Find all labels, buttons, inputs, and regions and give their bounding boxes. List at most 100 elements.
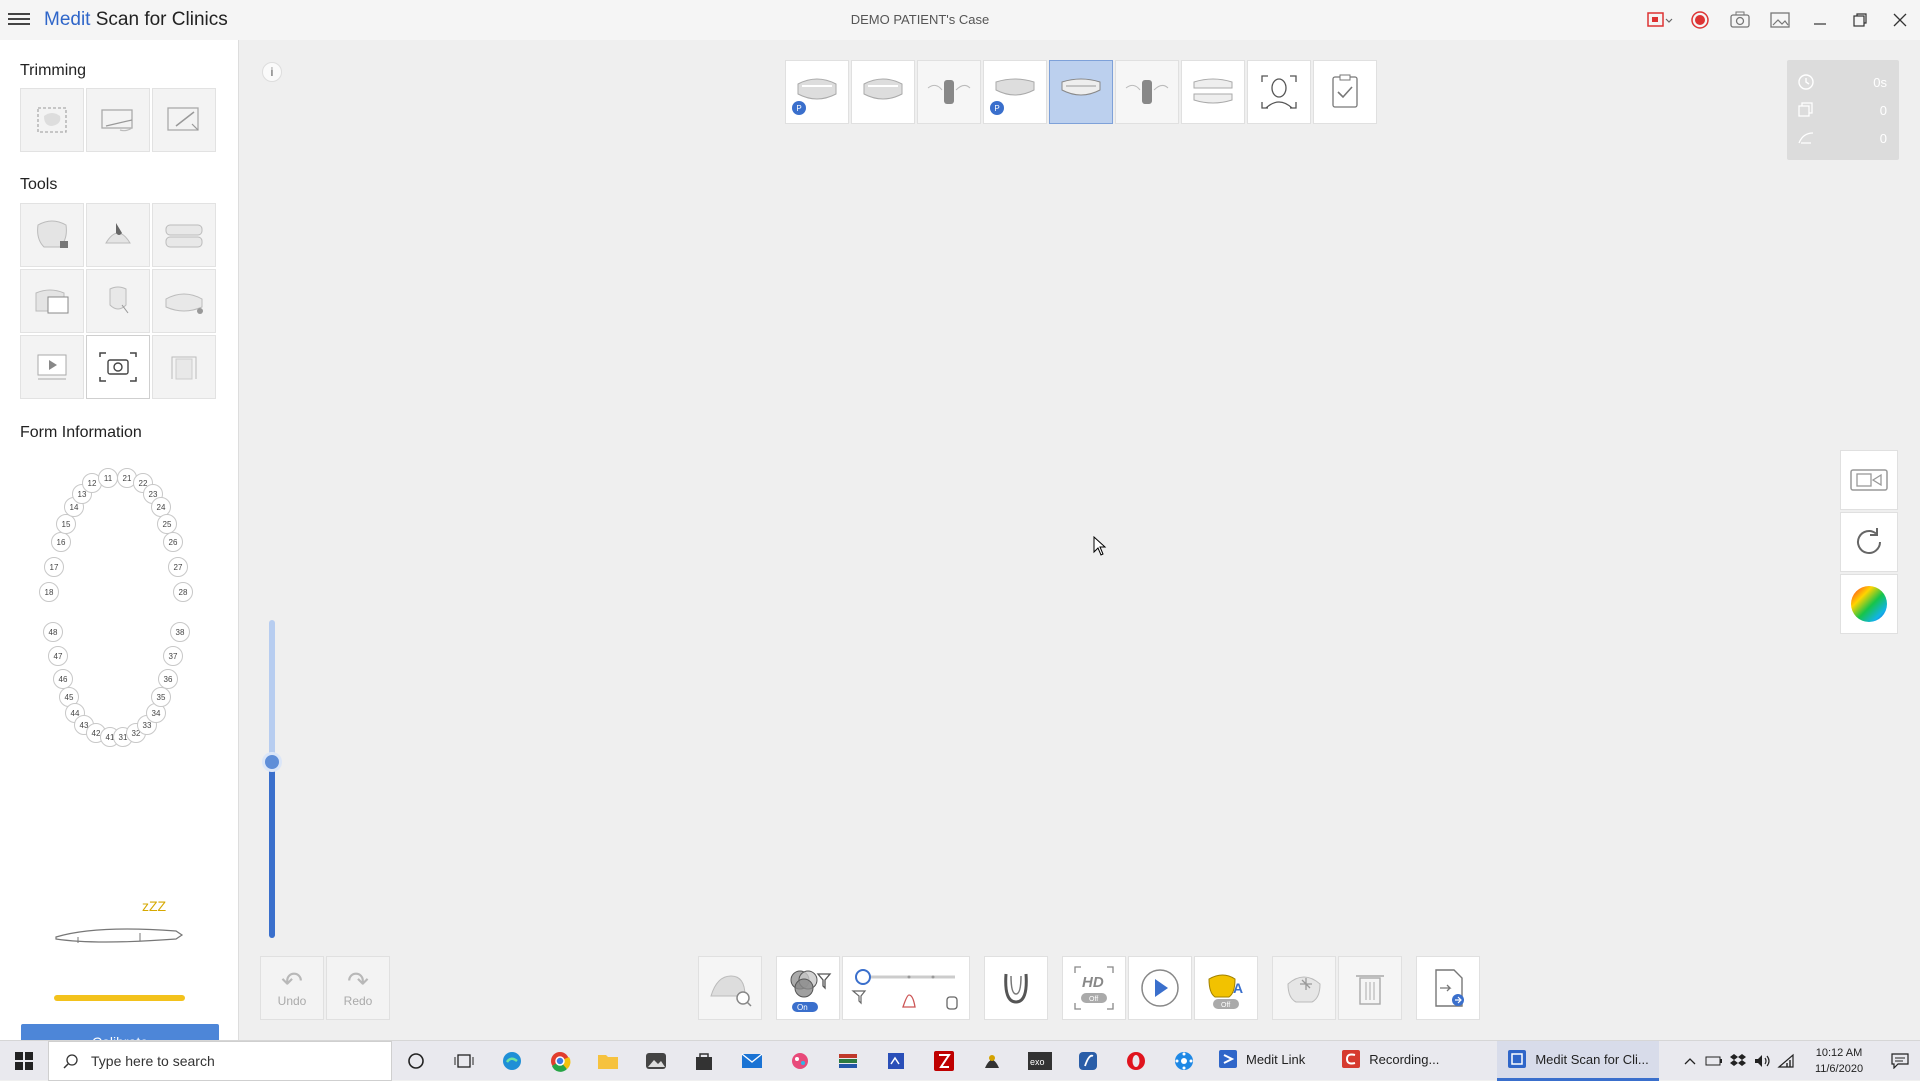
info-icon[interactable]: i xyxy=(262,62,282,82)
exocad-icon[interactable]: exo xyxy=(1016,1041,1064,1081)
record-icon[interactable] xyxy=(1680,0,1720,40)
gallery-icon[interactable] xyxy=(1760,0,1800,40)
tooth-16[interactable]: 16 xyxy=(51,532,71,552)
screen-record-area-icon[interactable] xyxy=(1640,0,1680,40)
notifications-icon[interactable] xyxy=(1880,1041,1920,1081)
tray-expand-icon[interactable] xyxy=(1678,1041,1702,1081)
stage-maxilla-prep[interactable]: P xyxy=(785,60,849,124)
play-button[interactable] xyxy=(1128,956,1192,1020)
task-medit-link[interactable]: Medit Link xyxy=(1208,1041,1315,1081)
stage-maxilla[interactable] xyxy=(851,60,915,124)
scanner-sleep-icon: zZZ xyxy=(50,895,190,955)
scan-stats-panel: 0s 0 0 xyxy=(1787,60,1899,160)
capture-tool[interactable] xyxy=(86,335,150,399)
reset-view-button[interactable] xyxy=(1840,512,1898,572)
tooth-11[interactable]: 11 xyxy=(98,468,118,488)
tooth-46[interactable]: 46 xyxy=(53,669,73,689)
fill-holes-tool[interactable] xyxy=(86,203,150,267)
close-icon[interactable] xyxy=(1880,0,1920,40)
stage-complete[interactable] xyxy=(1313,60,1377,124)
taskbar-search-box[interactable]: Type here to search xyxy=(48,1040,392,1081)
edit-group xyxy=(1272,956,1402,1020)
battery-tray-icon[interactable] xyxy=(1702,1041,1726,1081)
margin-tool[interactable] xyxy=(86,269,150,333)
tooth-28[interactable]: 28 xyxy=(173,582,193,602)
camera-view-button[interactable] xyxy=(1840,450,1898,510)
tooth-38[interactable]: 38 xyxy=(170,622,190,642)
windows-start-button[interactable] xyxy=(0,1041,48,1081)
undo-button[interactable]: ↶ Undo xyxy=(260,956,324,1020)
tooth-26[interactable]: 26 xyxy=(163,532,183,552)
ai-scan-button[interactable]: A Off xyxy=(1194,956,1258,1020)
windows-logo-icon xyxy=(15,1051,33,1070)
blue-app-icon[interactable] xyxy=(1064,1041,1112,1081)
paint-icon[interactable] xyxy=(776,1041,824,1081)
prep-badge-icon: P xyxy=(990,101,1004,115)
wifi-icon[interactable] xyxy=(1774,1041,1798,1081)
camera-icon[interactable] xyxy=(1720,0,1760,40)
cortana-icon[interactable] xyxy=(392,1041,440,1081)
filezilla-icon[interactable] xyxy=(920,1041,968,1081)
photos-icon[interactable] xyxy=(632,1041,680,1081)
depth-slider-knob[interactable] xyxy=(262,752,282,772)
books-app-icon[interactable] xyxy=(824,1041,872,1081)
stage-face-scan[interactable] xyxy=(1247,60,1311,124)
opera-icon[interactable] xyxy=(1112,1041,1160,1081)
mode-group: HD Off A Off xyxy=(1062,956,1258,1020)
task-view-icon[interactable] xyxy=(440,1041,488,1081)
send-data-button[interactable] xyxy=(1416,956,1480,1020)
restore-icon[interactable] xyxy=(1840,0,1880,40)
occlusion-tool[interactable] xyxy=(152,203,216,267)
tooth-17[interactable]: 17 xyxy=(44,557,64,577)
tooth-27[interactable]: 27 xyxy=(168,557,188,577)
plane-trim-tool[interactable] xyxy=(86,88,150,152)
undo-redo-group: ↶ Undo ↷ Redo xyxy=(260,956,390,1020)
stage-mandible[interactable] xyxy=(1049,60,1113,124)
minimize-icon[interactable] xyxy=(1800,0,1840,40)
network-app-icon[interactable] xyxy=(1160,1041,1208,1081)
brush-trim-tool[interactable] xyxy=(152,88,216,152)
lock-area-tool[interactable] xyxy=(20,203,84,267)
redo-button[interactable]: ↷ Redo xyxy=(326,956,390,1020)
tooth-15[interactable]: 15 xyxy=(56,514,76,534)
tooth-36[interactable]: 36 xyxy=(158,669,178,689)
tooth-48[interactable]: 48 xyxy=(43,622,63,642)
stage-occlusion[interactable] xyxy=(1181,60,1245,124)
edge-icon[interactable] xyxy=(488,1041,536,1081)
file-explorer-icon[interactable] xyxy=(584,1041,632,1081)
filter-toggle-text: On xyxy=(797,1003,808,1012)
taskbar-clock[interactable]: 10:12 AM 11/6/2020 xyxy=(1798,1045,1880,1077)
lasso-trim-tool[interactable] xyxy=(20,88,84,152)
task-medit-scan[interactable]: Medit Scan for Cli... xyxy=(1497,1040,1659,1081)
video-tool[interactable] xyxy=(20,335,84,399)
filter-button[interactable]: On xyxy=(776,956,840,1020)
filter-level-slider[interactable] xyxy=(843,957,971,1021)
stage-mandible-abutment[interactable] xyxy=(1115,60,1179,124)
tooth-25[interactable]: 25 xyxy=(157,514,177,534)
tooth-37[interactable]: 37 xyxy=(163,646,183,666)
chrome-icon[interactable] xyxy=(536,1041,584,1081)
scan-view-button[interactable] xyxy=(698,956,762,1020)
tooth-35[interactable]: 35 xyxy=(151,687,171,707)
app-window: Medit Scan for Clinics DEMO PATIENT's Ca… xyxy=(0,0,1920,1059)
arch-mode-button[interactable] xyxy=(984,956,1048,1020)
dropbox-icon[interactable] xyxy=(1726,1041,1750,1081)
tooth-18[interactable]: 18 xyxy=(39,582,59,602)
mail-icon[interactable] xyxy=(728,1041,776,1081)
task-recording[interactable]: Recording... xyxy=(1331,1041,1449,1081)
stage-mandible-prep[interactable]: P xyxy=(983,60,1047,124)
store-icon[interactable] xyxy=(680,1041,728,1081)
color-mode-button[interactable] xyxy=(1840,574,1898,634)
delete-button[interactable] xyxy=(1338,956,1402,1020)
stage-maxilla-abutment[interactable] xyxy=(917,60,981,124)
clock-time: 10:12 AM xyxy=(1815,1047,1863,1059)
compare-tool[interactable] xyxy=(20,269,84,333)
vision-app-icon[interactable] xyxy=(872,1041,920,1081)
hd-mode-button[interactable]: HD Off xyxy=(1062,956,1126,1020)
remove-data-button[interactable] xyxy=(1272,956,1336,1020)
scanner-app-icon[interactable] xyxy=(968,1041,1016,1081)
volume-icon[interactable] xyxy=(1750,1041,1774,1081)
tooth-47[interactable]: 47 xyxy=(48,646,68,666)
arch-tool[interactable] xyxy=(152,269,216,333)
measure-tool[interactable] xyxy=(152,335,216,399)
